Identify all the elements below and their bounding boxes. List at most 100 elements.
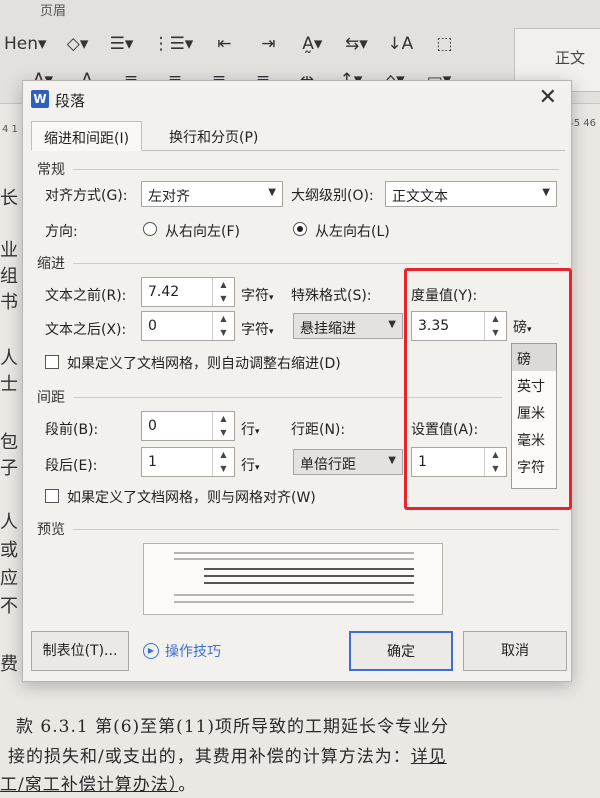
ruler-numbers-left: 4 1 — [2, 124, 18, 135]
spinner: ▲ ▼ — [212, 312, 234, 340]
ribbon-row-1: Hen▾ ◇▾ ☰▾ ⋮☰▾ ⇤ ⇥ A̰▾ ⇆▾ ↓A ⬚ — [4, 34, 457, 54]
unit-text: 字符 — [241, 322, 269, 338]
highlight-box — [404, 268, 572, 510]
preview-line — [204, 582, 414, 584]
bullet-list-icon[interactable]: ☰▾ — [109, 34, 135, 54]
alignment-value: 左对齐 — [148, 189, 190, 205]
document-line-3: 工/窝工补偿计算办法）。 — [0, 770, 580, 795]
spin-down-icon[interactable]: ▼ — [213, 426, 234, 440]
ribbon-tab-label[interactable]: 页眉 — [40, 0, 66, 19]
outline-level-value: 正文文本 — [392, 189, 448, 205]
section-indent: 缩进 — [37, 256, 65, 272]
space-before-input[interactable]: 0 ▲ ▼ — [141, 411, 235, 441]
divider — [73, 263, 559, 264]
spin-down-icon[interactable]: ▼ — [213, 462, 234, 476]
text-direction-icon[interactable]: ⇆▾ — [343, 34, 369, 54]
spinner: ▲ ▼ — [212, 278, 234, 306]
spin-up-icon[interactable]: ▲ — [213, 448, 234, 462]
auto-right-indent-label[interactable]: 如果定义了文档网格，则自动调整右缩进(D) — [67, 353, 341, 373]
indent-before-value: 7.42 — [148, 284, 180, 300]
spin-down-icon[interactable]: ▼ — [213, 326, 234, 340]
rtl-label[interactable]: 从右向左(F) — [165, 221, 240, 241]
auto-right-indent-checkbox[interactable] — [45, 355, 59, 369]
unit-text: 字符 — [241, 288, 269, 304]
chevron-down-icon: ▼ — [542, 187, 550, 198]
ltr-label[interactable]: 从左向右(L) — [315, 221, 390, 241]
decrease-indent-icon[interactable]: ⇤ — [211, 34, 237, 54]
preview-line — [174, 552, 414, 554]
indent-after-unit[interactable]: 字符▾ — [241, 319, 274, 339]
caret-down-icon: ▾ — [255, 463, 260, 473]
outline-level-label: 大纲级别(O): — [291, 188, 374, 204]
font-button[interactable]: Hen▾ — [4, 34, 47, 54]
indent-after-value: 0 — [148, 318, 157, 334]
spin-up-icon[interactable]: ▲ — [213, 312, 234, 326]
sort-icon[interactable]: ↓A — [387, 34, 413, 54]
spin-down-icon[interactable]: ▼ — [213, 292, 234, 306]
close-icon[interactable]: ✕ — [539, 85, 557, 110]
tips-link[interactable]: 操作技巧 — [165, 641, 221, 661]
divider — [73, 169, 559, 170]
spinner: ▲ ▼ — [212, 412, 234, 440]
indent-after-label: 文本之后(X): — [45, 322, 127, 338]
space-before-value: 0 — [148, 418, 157, 434]
outline-level-select[interactable]: 正文文本 ▼ — [385, 181, 557, 207]
document-line-2-text: 接的损失和/或支出的，其费用补偿的计算方法为： — [8, 747, 411, 767]
caret-down-icon: ▾ — [269, 293, 274, 303]
numbered-list-icon[interactable]: ⋮☰▾ — [153, 34, 194, 54]
space-before-unit[interactable]: 行▾ — [241, 419, 260, 439]
document-line-3-text[interactable]: 工/窝工补偿计算办法） — [0, 775, 178, 795]
preview-line — [174, 601, 414, 603]
spin-up-icon[interactable]: ▲ — [213, 278, 234, 292]
alignment-label: 对齐方式(G): — [45, 188, 128, 204]
unit-text: 行 — [241, 422, 255, 438]
indent-before-input[interactable]: 7.42 ▲ ▼ — [141, 277, 235, 307]
chevron-down-icon: ▼ — [268, 187, 276, 198]
section-spacing: 间距 — [37, 390, 65, 406]
snap-to-grid-label[interactable]: 如果定义了文档网格，则与网格对齐(W) — [67, 487, 316, 507]
spin-up-icon[interactable]: ▲ — [213, 412, 234, 426]
document-link[interactable]: 详见 — [411, 747, 447, 767]
preview-line — [174, 558, 414, 560]
asian-layout-icon[interactable]: A̰▾ — [299, 34, 325, 54]
tab-bar: 缩进和间距(I) 换行和分页(P) — [31, 121, 565, 151]
space-after-unit[interactable]: 行▾ — [241, 455, 260, 475]
tab-stops-button[interactable]: 制表位(T)... — [31, 631, 129, 671]
dialog-title: 段落 — [55, 92, 86, 110]
show-marks-icon[interactable]: ⬚ — [431, 34, 457, 54]
space-after-input[interactable]: 1 ▲ ▼ — [141, 447, 235, 477]
line-spacing-value: 单倍行距 — [300, 457, 356, 473]
indent-after-input[interactable]: 0 ▲ ▼ — [141, 311, 235, 341]
increase-indent-icon[interactable]: ⇥ — [255, 34, 281, 54]
section-general: 常规 — [37, 162, 65, 178]
divider — [73, 529, 559, 530]
play-help-icon: ▶ — [143, 643, 159, 659]
caret-down-icon: ▾ — [269, 327, 274, 337]
line-spacing-select[interactable]: 单倍行距 ▼ — [293, 449, 403, 475]
preview-line — [204, 568, 414, 570]
eraser-icon[interactable]: ◇▾ — [65, 34, 91, 54]
special-format-select[interactable]: 悬挂缩进 ▼ — [293, 313, 403, 339]
tab-line-page-breaks[interactable]: 换行和分页(P) — [157, 121, 270, 151]
section-preview: 预览 — [37, 522, 65, 538]
special-format-label: 特殊格式(S): — [291, 288, 372, 304]
chevron-down-icon: ▼ — [388, 455, 396, 466]
special-format-value: 悬挂缩进 — [300, 321, 356, 337]
indent-before-unit[interactable]: 字符▾ — [241, 285, 274, 305]
ltr-radio[interactable] — [293, 222, 307, 236]
ok-button[interactable]: 确定 — [349, 631, 453, 671]
dialog-titlebar[interactable]: W 段落 ✕ — [23, 81, 571, 115]
preview-line — [174, 594, 414, 596]
space-before-label: 段前(B): — [45, 422, 99, 438]
snap-to-grid-checkbox[interactable] — [45, 489, 59, 503]
document-line-1: 款 6.3.1 第(6)至第(11)项所导致的工期延长令专业分 — [16, 717, 450, 737]
space-after-label: 段后(E): — [45, 458, 98, 474]
rtl-radio[interactable] — [143, 222, 157, 236]
chevron-down-icon: ▼ — [388, 319, 396, 330]
tab-indent-spacing[interactable]: 缩进和间距(I) — [31, 121, 143, 151]
indent-before-label: 文本之前(R): — [45, 288, 127, 304]
alignment-select[interactable]: 左对齐 ▼ — [141, 181, 283, 207]
caret-down-icon: ▾ — [255, 427, 260, 437]
spinner: ▲ ▼ — [212, 448, 234, 476]
cancel-button[interactable]: 取消 — [463, 631, 567, 671]
